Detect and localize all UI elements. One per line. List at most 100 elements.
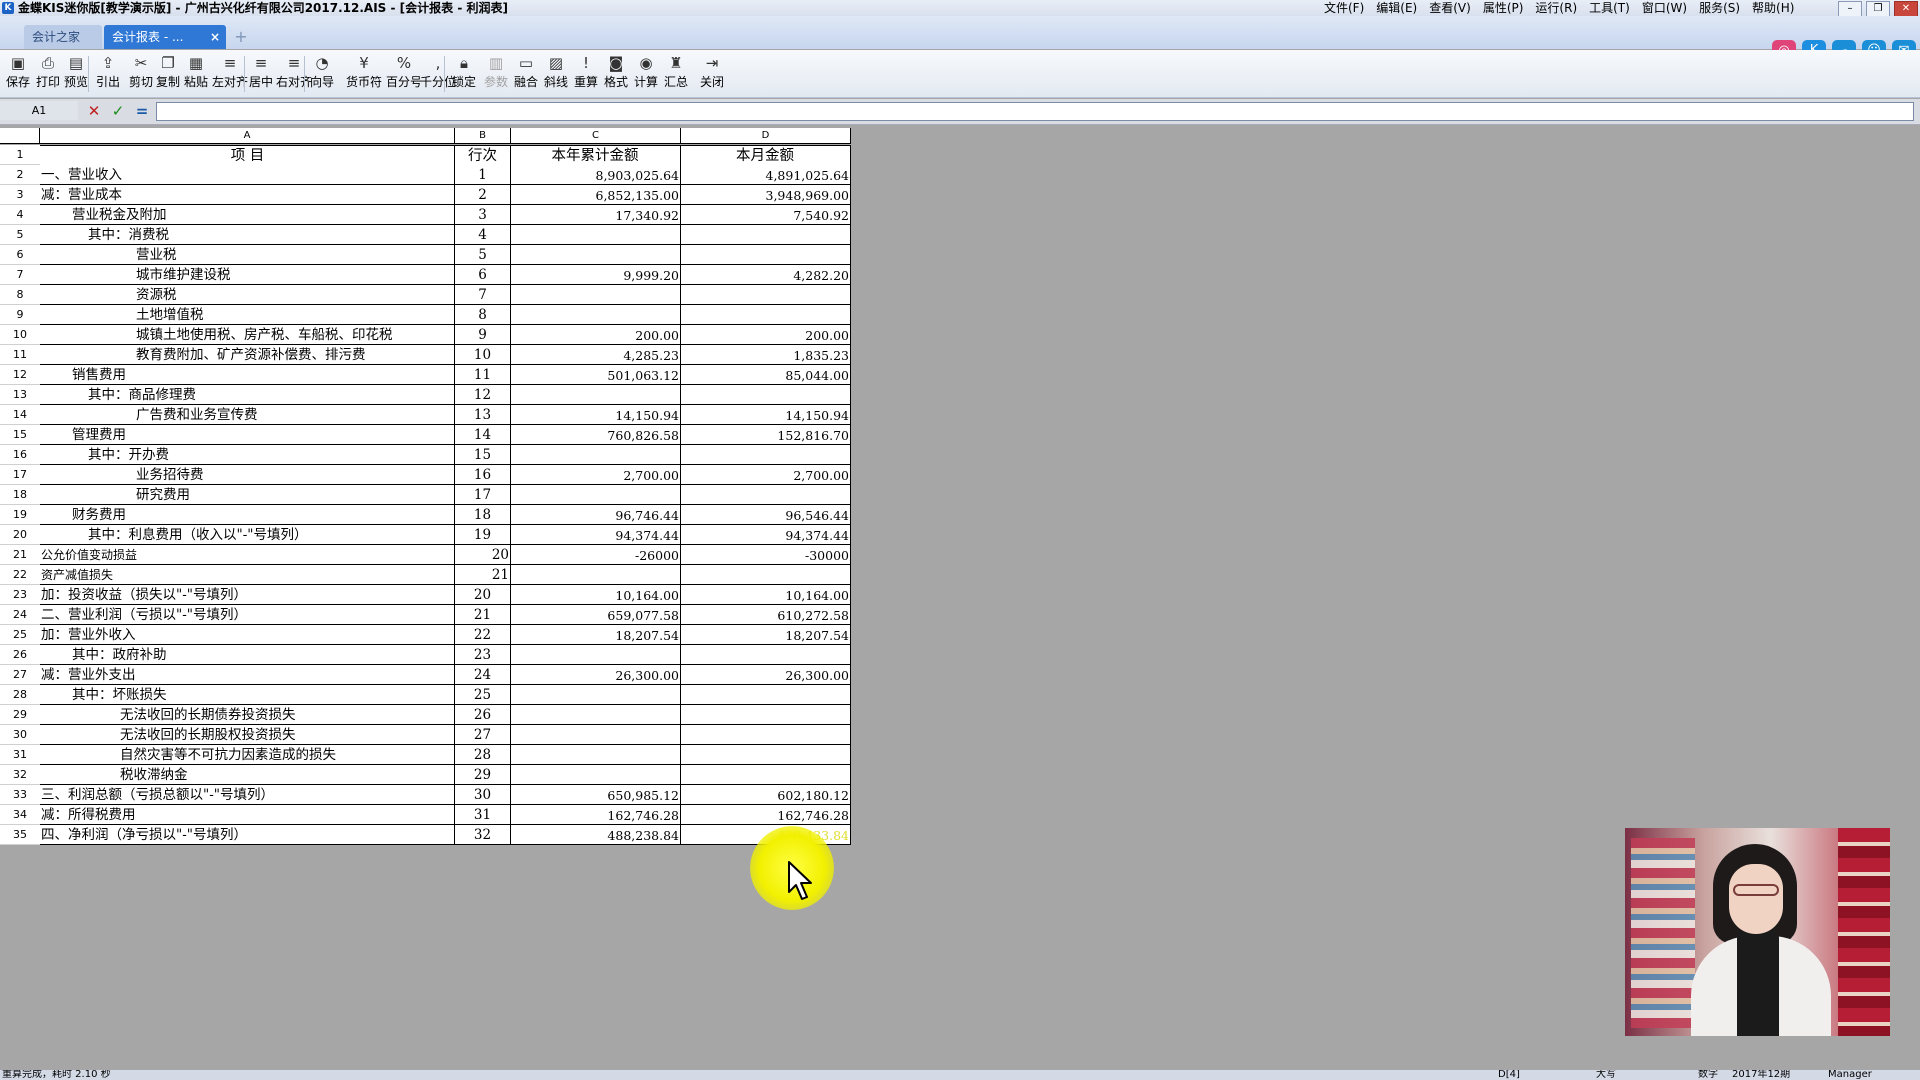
header-line-no[interactable]: 行次 bbox=[455, 146, 511, 166]
line-number-cell[interactable]: 22 bbox=[455, 625, 511, 645]
ytd-amount-cell[interactable] bbox=[511, 385, 681, 405]
menu-view[interactable]: 查看(V) bbox=[1423, 0, 1477, 16]
toolbar-align-center-button[interactable]: ≡ 居中 bbox=[248, 52, 274, 94]
row-number[interactable]: 32 bbox=[0, 765, 40, 785]
ytd-amount-cell[interactable] bbox=[511, 305, 681, 325]
ytd-amount-cell[interactable]: 650,985.12 bbox=[511, 785, 681, 805]
item-cell[interactable]: 城镇土地使用税、房产税、车船税、印花税 bbox=[40, 325, 455, 345]
row-number[interactable]: 11 bbox=[0, 345, 40, 365]
toolbar-percent-button[interactable]: % 百分号 bbox=[386, 52, 422, 94]
ytd-amount-cell[interactable] bbox=[511, 645, 681, 665]
line-number-cell[interactable]: 29 bbox=[455, 765, 511, 785]
month-amount-cell[interactable]: 18,207.54 bbox=[681, 625, 851, 645]
add-tab-icon[interactable]: + bbox=[230, 25, 252, 49]
toolbar-format-button[interactable]: ◙ 格式 bbox=[604, 52, 628, 94]
line-number-cell[interactable]: 8 bbox=[455, 305, 511, 325]
item-cell[interactable]: 土地增值税 bbox=[40, 305, 455, 325]
item-cell[interactable]: 其中：坏账损失 bbox=[40, 685, 455, 705]
row-number[interactable]: 8 bbox=[0, 285, 40, 305]
month-amount-cell[interactable] bbox=[681, 685, 851, 705]
month-amount-cell[interactable] bbox=[681, 765, 851, 785]
row-number[interactable]: 4 bbox=[0, 205, 40, 225]
month-amount-cell[interactable] bbox=[681, 445, 851, 465]
row-number[interactable]: 5 bbox=[0, 225, 40, 245]
ytd-amount-cell[interactable]: 659,077.58 bbox=[511, 605, 681, 625]
item-cell[interactable]: 广告费和业务宣传费 bbox=[40, 405, 455, 425]
row-number[interactable]: 3 bbox=[0, 185, 40, 205]
row-number[interactable]: 1 bbox=[0, 145, 40, 165]
toolbar-currency-button[interactable]: ¥ 货币符 bbox=[346, 52, 382, 94]
row-number[interactable]: 20 bbox=[0, 525, 40, 545]
row-number[interactable]: 29 bbox=[0, 705, 40, 725]
line-number-cell[interactable]: 25 bbox=[455, 685, 511, 705]
month-amount-cell[interactable]: 26,300.00 bbox=[681, 665, 851, 685]
row-number[interactable]: 10 bbox=[0, 325, 40, 345]
menu-help[interactable]: 帮助(H) bbox=[1746, 0, 1800, 16]
item-cell[interactable]: 自然灾害等不可抗力因素造成的损失 bbox=[40, 745, 455, 765]
item-cell[interactable]: 公允价值变动损益 bbox=[40, 545, 455, 565]
item-cell[interactable]: 加：投资收益（损失以"-"号填列） bbox=[40, 585, 455, 605]
row-number[interactable]: 26 bbox=[0, 645, 40, 665]
month-amount-cell[interactable]: 85,044.00 bbox=[681, 365, 851, 385]
item-cell[interactable]: 无法收回的长期股权投资损失 bbox=[40, 725, 455, 745]
ytd-amount-cell[interactable]: 488,238.84 bbox=[511, 825, 681, 845]
item-cell[interactable]: 销售费用 bbox=[40, 365, 455, 385]
line-number-cell[interactable]: 7 bbox=[455, 285, 511, 305]
item-cell[interactable]: 营业税 bbox=[40, 245, 455, 265]
ytd-amount-cell[interactable]: 9,999.20 bbox=[511, 265, 681, 285]
row-number[interactable]: 30 bbox=[0, 725, 40, 745]
ytd-amount-cell[interactable]: 18,207.54 bbox=[511, 625, 681, 645]
header-month-amount[interactable]: 本月金额 bbox=[681, 146, 851, 166]
line-number-cell[interactable]: 4 bbox=[455, 225, 511, 245]
line-number-cell[interactable]: 31 bbox=[455, 805, 511, 825]
ytd-amount-cell[interactable] bbox=[511, 685, 681, 705]
column-header-c[interactable]: C bbox=[511, 128, 681, 144]
month-amount-cell[interactable]: -30000 bbox=[681, 545, 851, 565]
item-cell[interactable]: 税收滞纳金 bbox=[40, 765, 455, 785]
restore-icon[interactable]: ❐ bbox=[1866, 1, 1890, 17]
line-number-cell[interactable]: 28 bbox=[455, 745, 511, 765]
column-header-d[interactable]: D bbox=[681, 128, 851, 144]
item-cell[interactable]: 加：营业外收入 bbox=[40, 625, 455, 645]
month-amount-cell[interactable] bbox=[681, 645, 851, 665]
tab-accounting-report[interactable]: 会计报表 - ... × bbox=[104, 25, 226, 49]
item-cell[interactable]: 其中：政府补助 bbox=[40, 645, 455, 665]
row-number[interactable]: 24 bbox=[0, 605, 40, 625]
menu-edit[interactable]: 编辑(E) bbox=[1370, 0, 1423, 16]
item-cell[interactable]: 二、营业利润（亏损以"-"号填列） bbox=[40, 605, 455, 625]
toolbar-summary-button[interactable]: ♜ 汇总 bbox=[664, 52, 688, 94]
row-number[interactable]: 2 bbox=[0, 165, 40, 185]
line-number-cell[interactable]: 18 bbox=[455, 505, 511, 525]
line-number-cell[interactable]: 9 bbox=[455, 325, 511, 345]
line-number-cell[interactable]: 16 bbox=[455, 465, 511, 485]
ytd-amount-cell[interactable] bbox=[511, 725, 681, 745]
month-amount-cell[interactable]: 96,546.44 bbox=[681, 505, 851, 525]
row-number[interactable]: 25 bbox=[0, 625, 40, 645]
toolbar-thousands-button[interactable]: , 千分位 bbox=[420, 52, 456, 94]
menu-run[interactable]: 运行(R) bbox=[1529, 0, 1583, 16]
item-cell[interactable]: 资产减值损失 bbox=[40, 565, 455, 585]
month-amount-cell[interactable]: 602,180.12 bbox=[681, 785, 851, 805]
cell-reference[interactable]: A1 bbox=[0, 101, 78, 120]
line-number-cell[interactable]: 17 bbox=[455, 485, 511, 505]
ytd-amount-cell[interactable]: 2,700.00 bbox=[511, 465, 681, 485]
line-number-cell[interactable]: 23 bbox=[455, 645, 511, 665]
month-amount-cell[interactable] bbox=[681, 245, 851, 265]
line-number-cell[interactable]: 19 bbox=[455, 525, 511, 545]
ytd-amount-cell[interactable]: 96,746.44 bbox=[511, 505, 681, 525]
ytd-amount-cell[interactable] bbox=[511, 285, 681, 305]
item-cell[interactable]: 其中：商品修理费 bbox=[40, 385, 455, 405]
ytd-amount-cell[interactable]: 6,852,135.00 bbox=[511, 185, 681, 205]
row-number[interactable]: 14 bbox=[0, 405, 40, 425]
line-number-cell[interactable]: 15 bbox=[455, 445, 511, 465]
month-amount-cell[interactable] bbox=[681, 745, 851, 765]
ytd-amount-cell[interactable] bbox=[511, 745, 681, 765]
line-number-cell[interactable]: 6 bbox=[455, 265, 511, 285]
ytd-amount-cell[interactable]: 94,374.44 bbox=[511, 525, 681, 545]
ytd-amount-cell[interactable] bbox=[511, 765, 681, 785]
header-ytd-amount[interactable]: 本年累计金额 bbox=[511, 146, 681, 166]
line-number-cell[interactable]: 32 bbox=[455, 825, 511, 845]
line-number-cell[interactable]: 21 bbox=[455, 605, 511, 625]
toolbar-merge-button[interactable]: ▭ 融合 bbox=[514, 52, 538, 94]
item-cell[interactable]: 其中：利息费用（收入以"-"号填列） bbox=[40, 525, 455, 545]
